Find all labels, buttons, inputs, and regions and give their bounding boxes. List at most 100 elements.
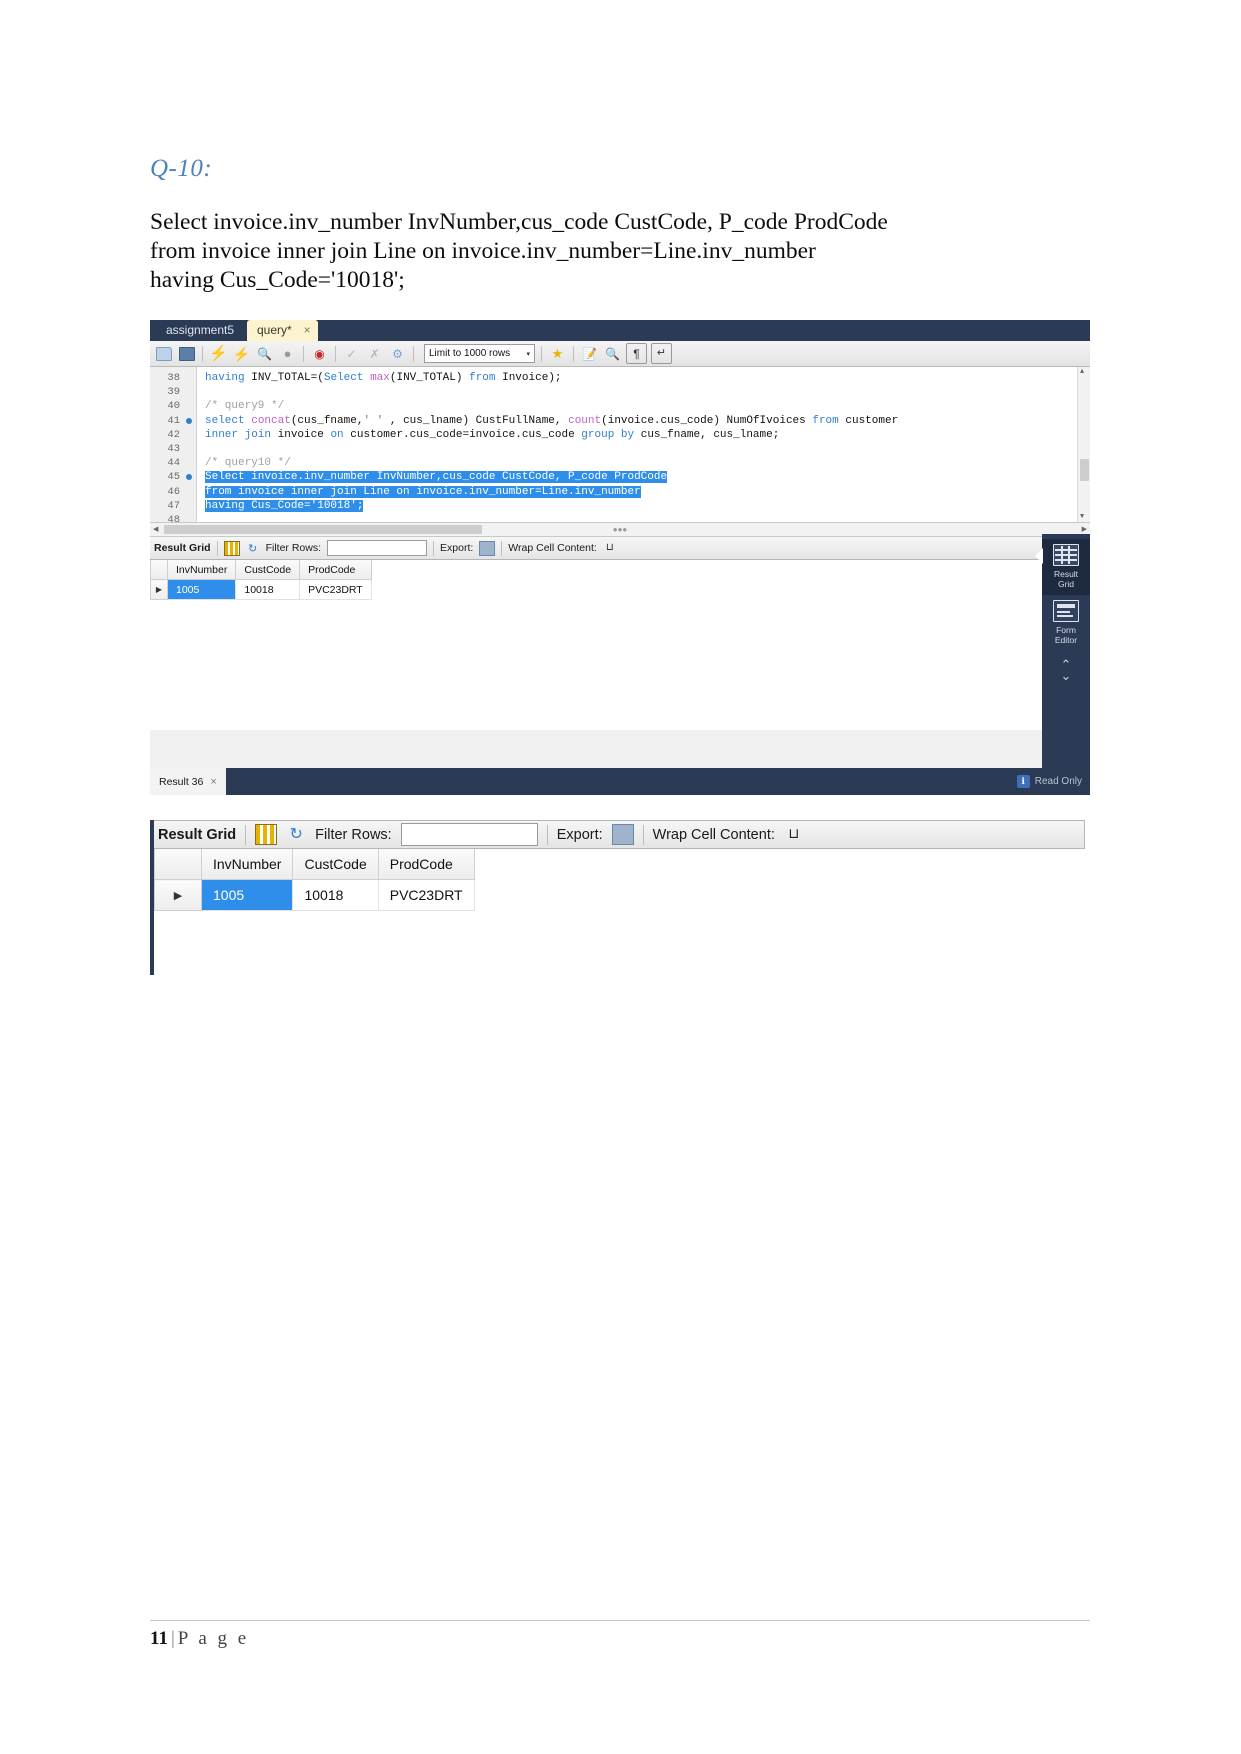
save-icon[interactable]	[177, 344, 196, 363]
selected-code[interactable]: Select invoice.inv_number InvNumber,cus_…	[205, 471, 668, 484]
stop-icon[interactable]: ●	[278, 344, 297, 363]
result-tab-36[interactable]: Result 36 ×	[150, 768, 226, 795]
grid-view-icon[interactable]	[223, 540, 240, 556]
code-token: (cus_fname,	[290, 414, 364, 427]
line-number: 47	[167, 499, 180, 512]
beautify-query-icon[interactable]: 📝	[580, 344, 599, 363]
commit-icon[interactable]: ✓	[342, 344, 361, 363]
execute-lightning-icon[interactable]: ⚡	[209, 344, 228, 363]
row-limit-select[interactable]: Limit to 1000 rows ▾	[424, 344, 535, 363]
code-line[interactable]	[197, 385, 1090, 399]
chevron-down-icon[interactable]: ▾	[526, 350, 530, 358]
column-header-custcode[interactable]: CustCode	[235, 560, 301, 580]
sidebar-scroll-controls[interactable]: ⌃ ⌄	[1061, 658, 1072, 682]
zoom-cell-prodcode[interactable]: PVC23DRT	[377, 879, 475, 911]
open-folder-icon[interactable]	[154, 344, 173, 363]
code-line[interactable]	[197, 513, 1090, 522]
scrollbar-thumb[interactable]	[1080, 459, 1089, 481]
workbench-tabbar: assignment5 query* ×	[150, 320, 1090, 341]
scroll-up-icon[interactable]: ▲	[1080, 368, 1084, 376]
code-line[interactable]: /* query9 */	[197, 399, 1090, 413]
code-line[interactable]: /* query10 */	[197, 456, 1090, 470]
tab-assignment5[interactable]: assignment5	[156, 320, 244, 341]
code-line[interactable]: having Cus_Code='10018';	[197, 499, 1090, 513]
scroll-down-icon[interactable]: ▼	[1080, 513, 1084, 521]
chevron-down-icon[interactable]: ⌄	[1061, 669, 1072, 682]
export-icon[interactable]	[611, 824, 634, 845]
form-icon	[1053, 600, 1079, 622]
splitter-handle[interactable]: ●●●	[613, 525, 628, 534]
editor-code[interactable]: having INV_TOTAL=(Select max(INV_TOTAL) …	[197, 367, 1090, 522]
result-grid[interactable]: InvNumber CustCode ProdCode ▶ 1005 10018…	[150, 560, 1090, 730]
sql-editor[interactable]: 38 39 40 41 42 43 44 45 46 47 48 having INV_TOTAL=…	[150, 367, 1090, 526]
table-row[interactable]: ▶ 1005 10018 PVC23DRT	[154, 879, 475, 911]
code-token: cus_fname, cus_lname;	[640, 428, 780, 441]
code-line[interactable]: select concat(cus_fname,' ' , cus_lname)…	[197, 414, 1090, 428]
selected-code[interactable]: from invoice inner join Line on invoice.…	[205, 485, 641, 498]
toolbar-divider	[433, 540, 435, 556]
result-grid-toolbar: Result Grid ↻ Filter Rows: Export: Wrap …	[150, 537, 1090, 560]
zoom-column-header-custcode[interactable]: CustCode	[292, 849, 379, 880]
execute-current-statement-icon[interactable]: ⚡	[232, 344, 251, 363]
new-snippet-icon[interactable]: ★	[548, 344, 567, 363]
wrap-cell-icon[interactable]: ⊔	[784, 825, 804, 844]
editor-horizontal-scrollbar[interactable]: ◀ ●●● ▶	[150, 523, 1090, 537]
table-row[interactable]: ▶ 1005 10018 PVC23DRT	[150, 579, 372, 600]
page-title: Q-10:	[150, 155, 213, 182]
close-icon[interactable]: ×	[304, 320, 311, 341]
hscrollbar-thumb[interactable]	[164, 525, 482, 534]
zoom-filter-rows-input[interactable]	[400, 823, 538, 846]
tab-query[interactable]: query* ×	[247, 320, 318, 341]
close-icon[interactable]: ×	[210, 776, 216, 788]
editor-gutter: 38 39 40 41 42 43 44 45 46 47 48	[150, 367, 197, 526]
code-token: concat	[251, 414, 291, 427]
zoom-cell-invnumber[interactable]: 1005	[200, 879, 294, 911]
zoom-cell-custcode[interactable]: 10018	[292, 879, 379, 911]
row-marker-icon[interactable]: ▶	[154, 879, 202, 911]
code-token: count	[568, 414, 602, 427]
cell-custcode[interactable]: 10018	[235, 579, 301, 600]
editor-vertical-scrollbar[interactable]: ▲ ▼	[1077, 367, 1090, 522]
code-line[interactable]: Select invoice.inv_number InvNumber,cus_…	[197, 470, 1090, 484]
toggle-breakpoint-icon[interactable]: ◉	[310, 344, 329, 363]
code-line[interactable]: inner join invoice on customer.cus_code=…	[197, 428, 1090, 442]
autocommit-icon[interactable]: ⚙	[388, 344, 407, 363]
code-line[interactable]: from invoice inner join Line on invoice.…	[197, 485, 1090, 499]
code-token: max	[370, 372, 390, 384]
footer-divider	[150, 1620, 1090, 1621]
explain-plan-icon[interactable]: 🔍	[255, 344, 274, 363]
cell-invnumber[interactable]: 1005	[166, 579, 237, 600]
code-token: from invoice inner join Line on invoice.…	[205, 485, 641, 498]
row-marker-icon[interactable]: ▶	[150, 579, 168, 600]
scroll-left-icon[interactable]: ◀	[153, 525, 158, 533]
sidebar-item-result-grid[interactable]: Result Grid	[1042, 539, 1090, 595]
code-line[interactable]: having INV_TOTAL=(Select max(INV_TOTAL) …	[197, 371, 1090, 385]
sidebar-item-form-editor[interactable]: Form Editor	[1042, 595, 1090, 651]
selected-code[interactable]: having Cus_Code='10018';	[205, 499, 364, 512]
zoom-filter-rows-label: Filter Rows:	[315, 826, 392, 843]
code-token: on	[330, 428, 351, 441]
grid-view-icon[interactable]	[255, 824, 278, 845]
breakpoint-icon[interactable]	[186, 474, 192, 481]
toggle-invisible-chars-icon[interactable]: ¶	[626, 343, 647, 364]
filter-rows-input[interactable]	[327, 540, 428, 556]
zoom-column-header-prodcode[interactable]: ProdCode	[377, 849, 475, 880]
rollback-icon[interactable]: ✗	[365, 344, 384, 363]
column-header-invnumber[interactable]: InvNumber	[166, 560, 237, 580]
workbench-status-bar: Result 36 × ℹ Read Only	[150, 768, 1090, 795]
breakpoint-icon[interactable]	[186, 417, 192, 424]
find-icon[interactable]: 🔍	[603, 344, 622, 363]
scroll-right-icon[interactable]: ▶	[1082, 525, 1087, 533]
zoom-column-header-invnumber[interactable]: InvNumber	[200, 849, 294, 880]
table-header-row: InvNumber CustCode ProdCode	[150, 560, 372, 580]
refresh-icon[interactable]: ↻	[246, 542, 260, 555]
export-icon[interactable]	[479, 540, 496, 556]
column-header-prodcode[interactable]: ProdCode	[299, 560, 372, 580]
code-token: /* query9 */	[205, 400, 285, 413]
wrap-cell-icon[interactable]: ⊔	[603, 542, 617, 555]
wrap-lines-icon[interactable]: ↵	[651, 343, 672, 364]
code-line[interactable]	[197, 442, 1090, 456]
cell-prodcode[interactable]: PVC23DRT	[299, 579, 372, 600]
code-token: /* query10 */	[205, 457, 291, 470]
refresh-icon[interactable]: ↻	[286, 825, 306, 844]
